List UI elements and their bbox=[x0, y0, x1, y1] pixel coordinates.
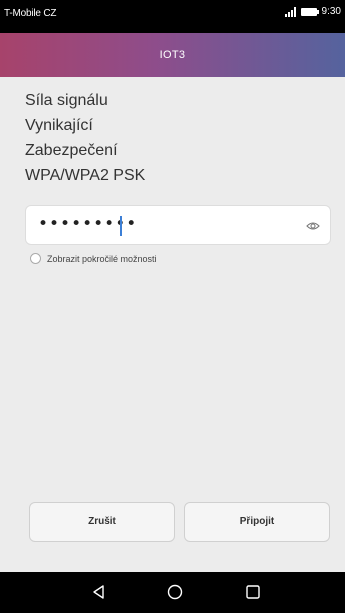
connect-button[interactable]: Připojit bbox=[184, 502, 330, 542]
carrier-name: T-Mobile CZ bbox=[4, 8, 57, 19]
status-icons: 9:30 bbox=[284, 6, 341, 17]
signal-strength-label: Síla signálu bbox=[25, 92, 108, 109]
text-cursor bbox=[120, 216, 122, 236]
advanced-options-label: Zobrazit pokročilé možnosti bbox=[47, 253, 157, 264]
navigation-bar bbox=[0, 572, 345, 613]
signal-icon bbox=[284, 6, 296, 17]
signal-strength-value: Vynikající bbox=[25, 117, 93, 134]
password-value[interactable]: ••••••••• bbox=[38, 214, 137, 234]
back-icon[interactable] bbox=[91, 584, 107, 600]
recents-icon[interactable] bbox=[245, 584, 261, 600]
home-icon[interactable] bbox=[167, 584, 183, 600]
battery-icon bbox=[300, 7, 319, 16]
password-input[interactable]: ••••••••• bbox=[25, 205, 331, 245]
security-value: WPA/WPA2 PSK bbox=[25, 167, 146, 184]
security-label: Zabezpečení bbox=[25, 142, 118, 159]
network-info: Síla signálu Vynikající Zabezpečení WPA/… bbox=[25, 88, 145, 188]
clock: 9:30 bbox=[321, 6, 341, 17]
advanced-options-toggle[interactable]: Zobrazit pokročilé možnosti bbox=[30, 253, 157, 264]
advanced-options-radio[interactable] bbox=[30, 253, 41, 264]
eye-icon[interactable] bbox=[306, 219, 320, 233]
status-bar: T-Mobile CZ 9:30 bbox=[0, 0, 345, 33]
cancel-button[interactable]: Zrušit bbox=[29, 502, 175, 542]
dialog-title: IOT3 bbox=[0, 33, 345, 77]
